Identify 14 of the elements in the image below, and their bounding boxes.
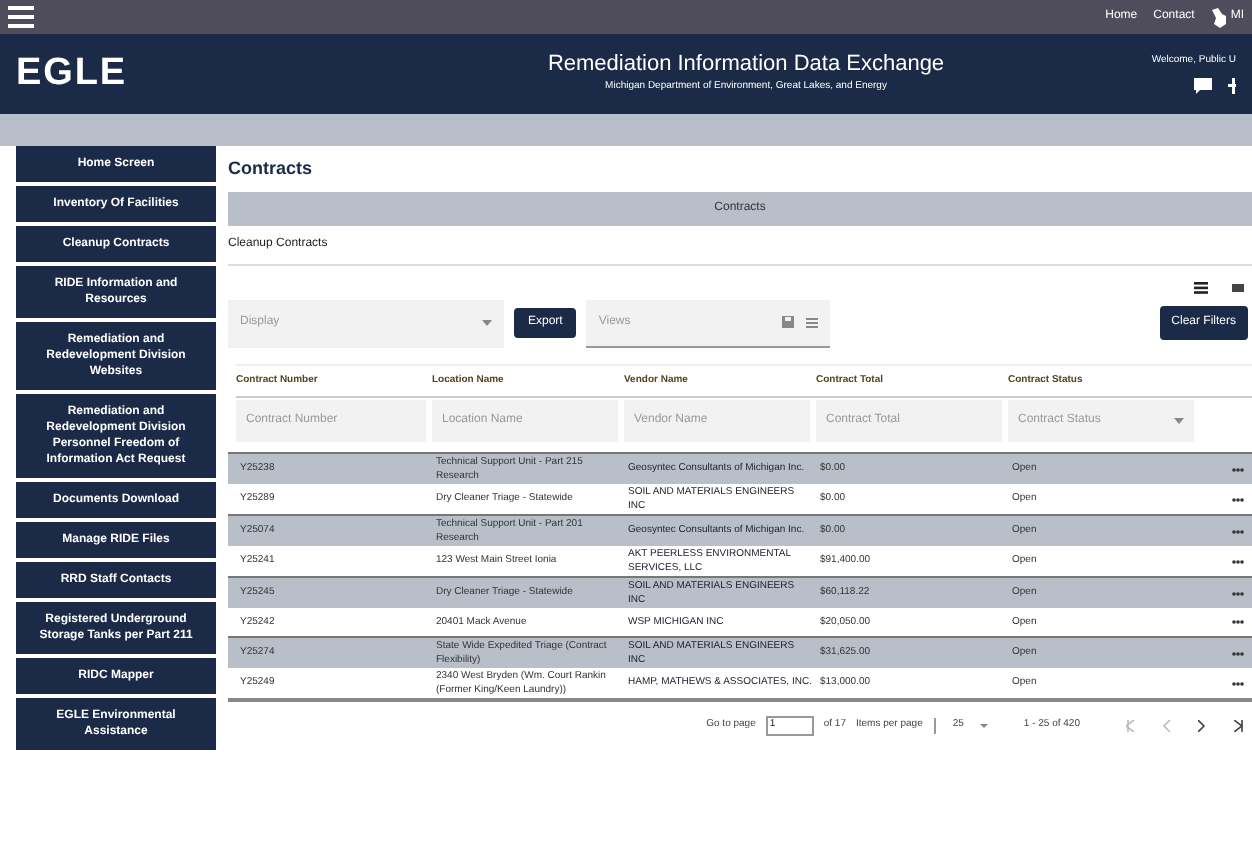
dropdown-arrow-icon [482,320,492,326]
list-icon[interactable] [1194,281,1208,293]
dropdown-arrow-icon [979,723,988,728]
next-page-icon[interactable] [1198,719,1208,732]
last-page-icon[interactable] [1234,719,1244,732]
state-map-icon [1210,7,1229,27]
menu-icon[interactable] [8,6,34,28]
site-title: Remediation Information Data Exchange [547,52,945,80]
dropdown-arrow-icon [1174,418,1184,424]
chat-icon[interactable] [1194,77,1212,94]
save-icon[interactable] [782,316,795,328]
logo[interactable]: EGLE [16,45,396,103]
plus-icon[interactable] [1228,77,1236,94]
page-title: Contracts [228,156,315,182]
